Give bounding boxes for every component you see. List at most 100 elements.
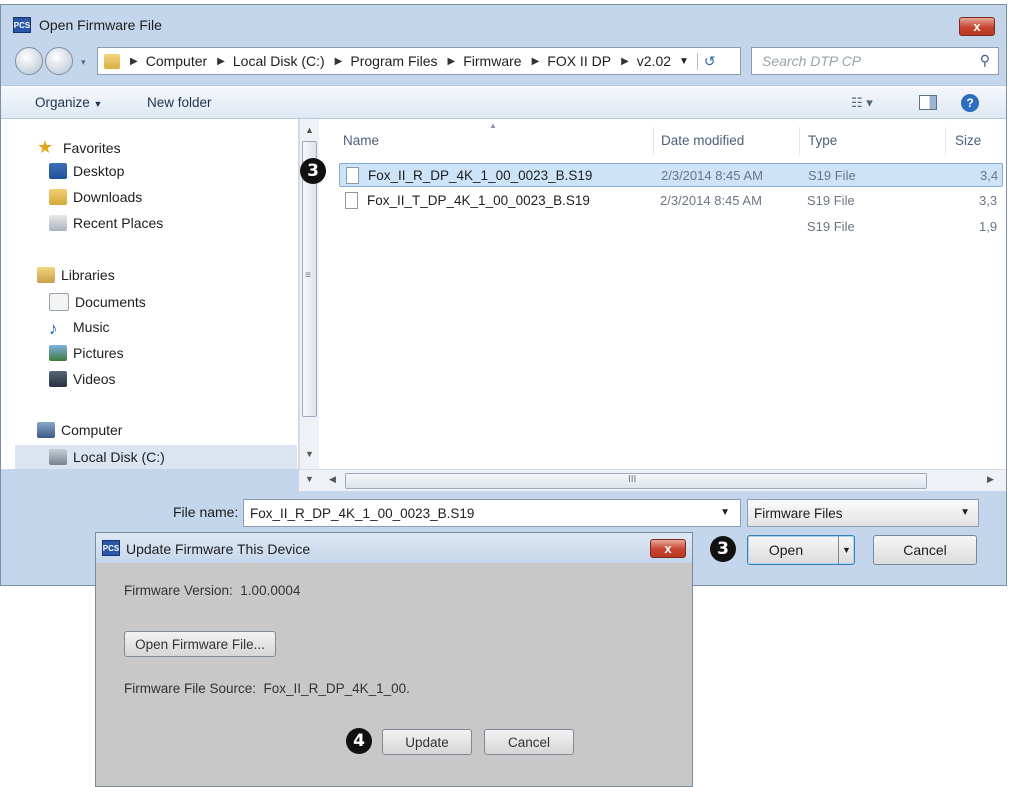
firmware-version: Firmware Version: 1.00.0004 bbox=[124, 583, 301, 598]
file-size: 3,4 bbox=[980, 168, 999, 183]
address-history-chevron-icon[interactable]: ▼ bbox=[679, 56, 689, 67]
breadcrumb-separator-icon: ▶ bbox=[447, 55, 456, 67]
filter-value: Firmware Files bbox=[754, 505, 843, 521]
search-icon[interactable]: ⚲ bbox=[980, 52, 990, 69]
refresh-icon[interactable]: ↺ bbox=[696, 52, 716, 70]
libraries-icon bbox=[37, 267, 55, 283]
nav-local-disk[interactable]: Local Disk (C:) bbox=[15, 445, 297, 469]
close-button[interactable]: x bbox=[959, 17, 995, 36]
nav-documents[interactable]: Documents bbox=[49, 293, 146, 311]
file-type: S19 File bbox=[808, 168, 856, 183]
change-view-icon[interactable]: ☷ ▾ bbox=[851, 95, 873, 111]
table-row[interactable]: Fox_II_T_DP_4K_1_00_0023_B.S19 2/3/2014 … bbox=[339, 189, 1003, 213]
nav-pictures[interactable]: Pictures bbox=[49, 345, 124, 361]
nav-videos[interactable]: Videos bbox=[49, 371, 116, 387]
file-list: ▲ Name Date modified Type Size Fox_II_R_… bbox=[319, 119, 1006, 469]
sort-ascending-icon: ▲ bbox=[489, 121, 497, 130]
grip-icon: III bbox=[628, 474, 637, 485]
column-header-size[interactable]: Size bbox=[955, 133, 981, 148]
table-row[interactable]: S19 File 1,9 bbox=[339, 215, 1003, 239]
nav-recent-places[interactable]: Recent Places bbox=[49, 215, 163, 231]
open-firmware-file-dialog: PCS Open Firmware File x ▾ ▶ Computer ▶ … bbox=[0, 4, 1007, 586]
pictures-icon bbox=[49, 345, 67, 361]
close-icon: x bbox=[664, 541, 672, 556]
scroll-down-icon[interactable]: ▼ bbox=[305, 449, 314, 459]
scroll-up-icon[interactable]: ▲ bbox=[305, 125, 314, 135]
file-type: S19 File bbox=[807, 219, 855, 234]
column-header-date[interactable]: Date modified bbox=[661, 133, 744, 148]
close-icon: x bbox=[973, 19, 981, 34]
drive-icon bbox=[49, 449, 67, 465]
column-header-type[interactable]: Type bbox=[808, 133, 837, 148]
file-type: S19 File bbox=[807, 193, 855, 208]
address-bar[interactable]: ▶ Computer ▶ Local Disk (C:) ▶ Program F… bbox=[97, 47, 741, 75]
dialog-title: Open Firmware File bbox=[39, 17, 162, 33]
new-folder-button[interactable]: New folder bbox=[147, 95, 212, 110]
file-name: Fox_II_R_DP_4K_1_00_0023_B.S19 bbox=[368, 168, 593, 183]
recent-places-icon bbox=[49, 215, 67, 231]
update-firmware-dialog: PCS Update Firmware This Device x Firmwa… bbox=[95, 532, 693, 787]
breadcrumb-separator-icon: ▶ bbox=[217, 55, 225, 67]
file-name: Fox_II_T_DP_4K_1_00_0023_B.S19 bbox=[367, 193, 590, 208]
file-icon bbox=[346, 167, 359, 184]
nav-desktop[interactable]: Desktop bbox=[49, 163, 124, 179]
firmware-file-source: Firmware File Source: Fox_II_R_DP_4K_1_0… bbox=[124, 681, 410, 696]
open-firmware-file-button[interactable]: Open Firmware File... bbox=[124, 631, 276, 657]
cancel-button[interactable]: Cancel bbox=[873, 535, 977, 565]
file-type-filter[interactable]: Firmware Files ▼ bbox=[747, 499, 979, 527]
column-header-name[interactable]: Name bbox=[343, 133, 379, 148]
nav-libraries[interactable]: Libraries bbox=[37, 267, 115, 283]
callout-badge: 3 bbox=[710, 536, 736, 562]
breadcrumb-program-files[interactable]: Program Files bbox=[350, 53, 437, 69]
navigation-pane: ★ Favorites Desktop Downloads Recent Plac… bbox=[1, 119, 299, 469]
scroll-left-icon[interactable]: ◀ bbox=[329, 474, 336, 485]
command-toolbar: Organize ▼ New folder ☷ ▾ ? bbox=[1, 85, 1006, 119]
folder-icon bbox=[104, 53, 120, 69]
computer-icon bbox=[37, 422, 55, 438]
organize-menu[interactable]: Organize ▼ bbox=[35, 95, 102, 110]
file-list-scrollbar[interactable]: ▼ ◀ III ▶ bbox=[299, 469, 1006, 491]
app-icon: PCS bbox=[102, 540, 120, 556]
breadcrumb-fox-ii-dp[interactable]: FOX II DP bbox=[547, 53, 611, 69]
file-date: 2/3/2014 8:45 AM bbox=[661, 168, 763, 183]
nav-music[interactable]: ♪ Music bbox=[49, 319, 110, 338]
scroll-down-icon[interactable]: ▼ bbox=[305, 474, 314, 484]
file-name-input[interactable]: Fox_II_R_DP_4K_1_00_0023_B.S19 ▼ bbox=[243, 499, 741, 527]
filter-dropdown-icon[interactable]: ▼ bbox=[960, 507, 970, 518]
search-placeholder: Search DTP CP bbox=[762, 53, 862, 69]
breadcrumb-local-disk[interactable]: Local Disk (C:) bbox=[233, 53, 325, 69]
preview-pane-icon[interactable] bbox=[919, 95, 937, 110]
scroll-thumb[interactable]: III bbox=[345, 473, 927, 489]
file-date: 2/3/2014 8:45 AM bbox=[660, 193, 762, 208]
help-icon[interactable]: ? bbox=[961, 94, 979, 112]
scroll-right-icon[interactable]: ▶ bbox=[987, 474, 994, 485]
breadcrumb-firmware[interactable]: Firmware bbox=[463, 53, 521, 69]
update-dialog-close-button[interactable]: x bbox=[650, 539, 686, 558]
update-dialog-title: Update Firmware This Device bbox=[126, 541, 311, 557]
open-button[interactable]: Open ▼ bbox=[747, 535, 855, 565]
music-icon: ♪ bbox=[49, 319, 58, 338]
file-name-dropdown-icon[interactable]: ▼ bbox=[720, 507, 730, 518]
grip-icon: ≡ bbox=[305, 270, 311, 281]
file-size: 1,9 bbox=[979, 219, 998, 234]
recent-pages-chevron-icon[interactable]: ▾ bbox=[81, 57, 86, 68]
breadcrumb-separator-icon: ▶ bbox=[621, 55, 629, 67]
table-row[interactable]: Fox_II_R_DP_4K_1_00_0023_B.S19 2/3/2014 … bbox=[339, 163, 1003, 187]
update-cancel-button[interactable]: Cancel bbox=[484, 729, 574, 755]
nav-computer[interactable]: Computer bbox=[37, 422, 122, 438]
nav-downloads[interactable]: Downloads bbox=[49, 189, 142, 205]
app-icon: PCS bbox=[13, 17, 31, 33]
back-button[interactable] bbox=[15, 47, 43, 75]
search-input[interactable]: Search DTP CP ⚲ bbox=[751, 47, 999, 75]
file-name-label: File name: bbox=[173, 504, 239, 520]
nav-favorites[interactable]: ★ Favorites bbox=[37, 137, 121, 158]
forward-button[interactable] bbox=[45, 47, 73, 75]
file-name-value: Fox_II_R_DP_4K_1_00_0023_B.S19 bbox=[250, 505, 475, 521]
update-button[interactable]: Update bbox=[382, 729, 472, 755]
breadcrumb-computer[interactable]: Computer bbox=[146, 53, 207, 69]
file-size: 3,3 bbox=[979, 193, 998, 208]
open-split-chevron-icon[interactable]: ▼ bbox=[838, 536, 854, 564]
breadcrumb-separator-icon: ▶ bbox=[531, 55, 540, 67]
breadcrumb-version[interactable]: v2.02 bbox=[637, 53, 671, 69]
update-dialog-titlebar: PCS Update Firmware This Device x bbox=[96, 533, 692, 563]
